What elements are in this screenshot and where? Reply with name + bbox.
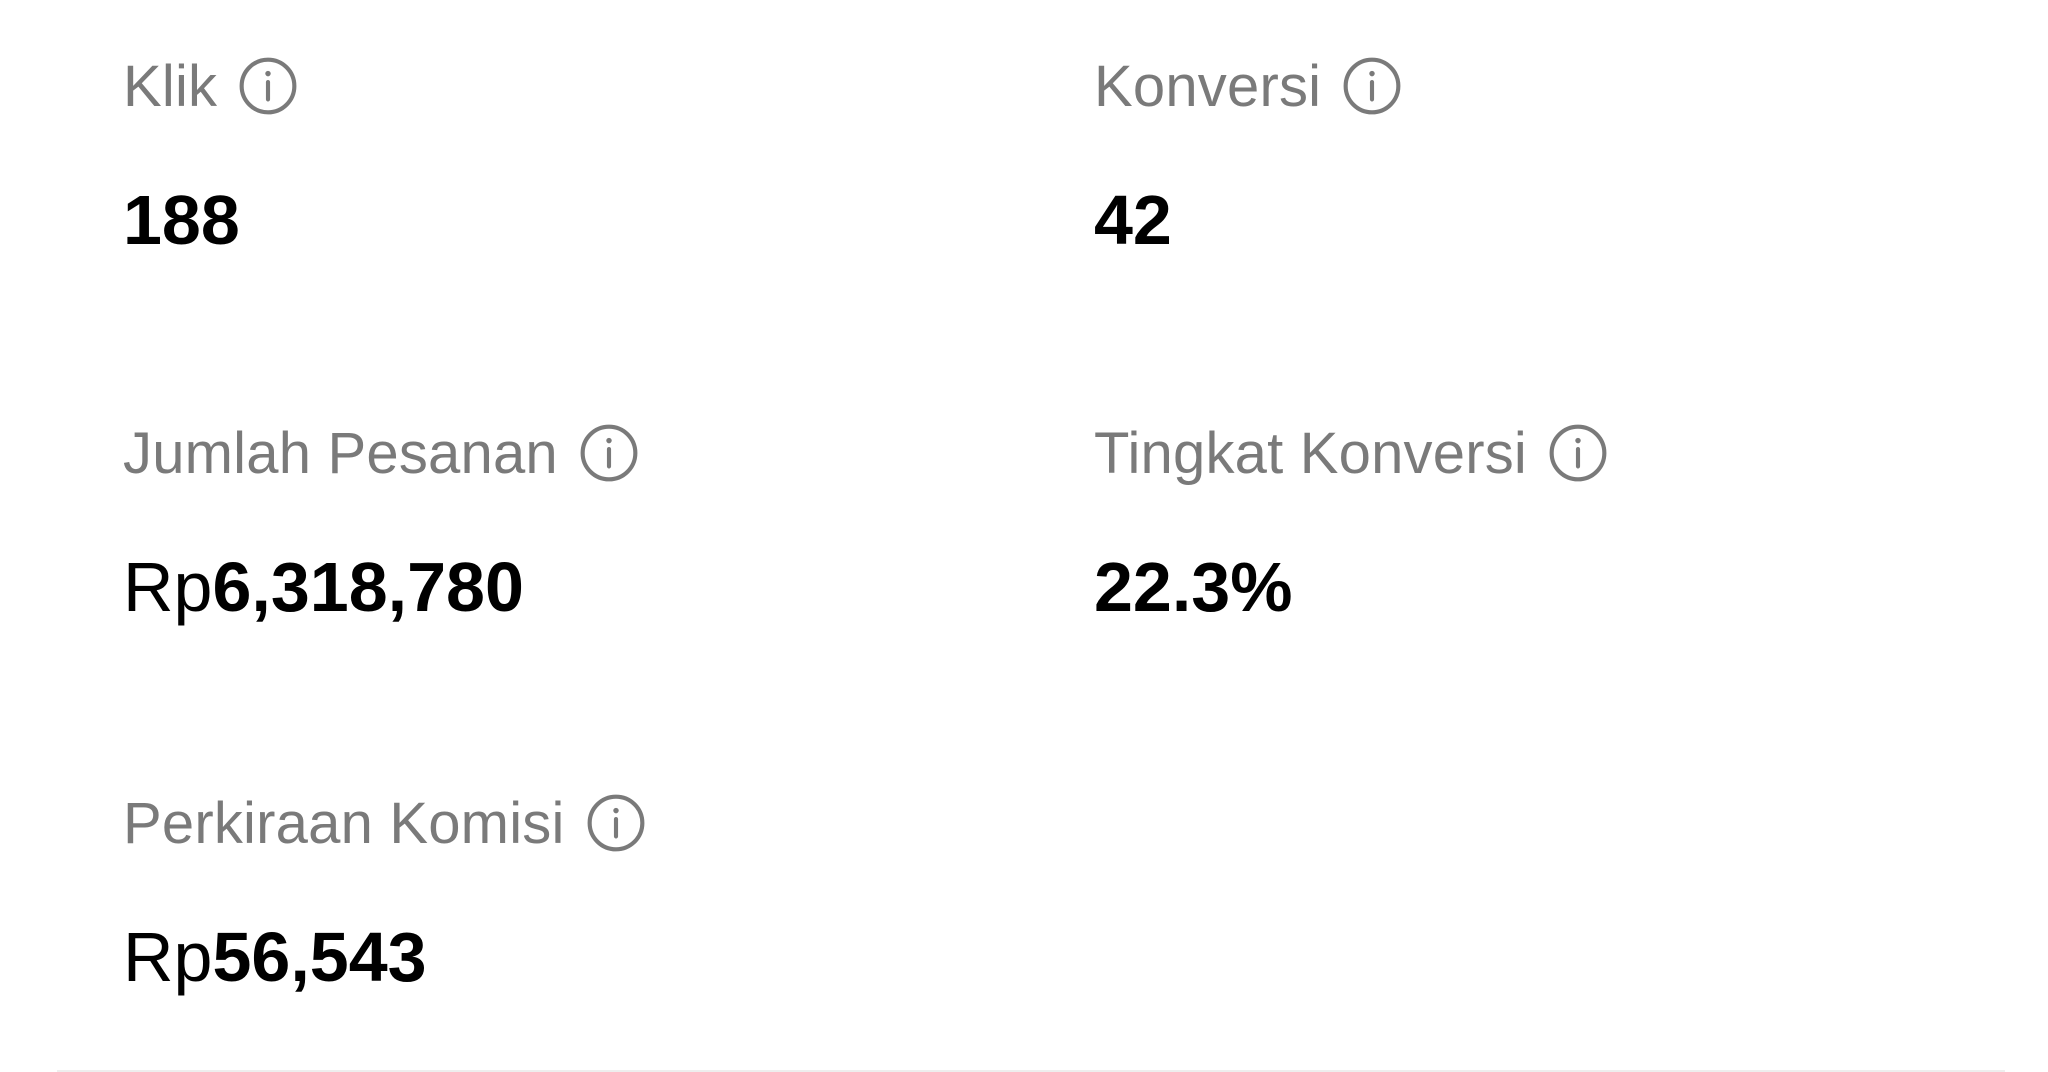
stat-value-estimated-commission: Rp56,543 bbox=[123, 922, 647, 992]
value-number: 6,318,780 bbox=[212, 548, 524, 626]
stat-value-conversion-rate: 22.3% bbox=[1094, 552, 1609, 622]
stat-label-estimated-commission: Perkiraan Komisi bbox=[123, 790, 565, 856]
stat-conversion-rate: Tingkat Konversi 22.3% bbox=[1094, 418, 1609, 622]
stat-value-order-amount: Rp6,318,780 bbox=[123, 552, 640, 622]
value-number: 56,543 bbox=[212, 918, 427, 996]
stat-label-conversion-rate: Tingkat Konversi bbox=[1094, 420, 1528, 486]
stat-conversions: Konversi 42 bbox=[1094, 51, 1403, 255]
stat-estimated-commission: Perkiraan Komisi Rp56,543 bbox=[123, 788, 647, 992]
value-number: 42 bbox=[1094, 181, 1172, 259]
value-prefix: Rp bbox=[123, 548, 213, 626]
info-icon[interactable] bbox=[578, 422, 640, 484]
info-icon[interactable] bbox=[1547, 422, 1609, 484]
info-icon[interactable] bbox=[237, 55, 299, 117]
value-number: 188 bbox=[123, 181, 240, 259]
stat-value-conversions: 42 bbox=[1094, 185, 1403, 255]
stat-clicks: Klik 188 bbox=[123, 51, 299, 255]
stat-value-clicks: 188 bbox=[123, 185, 299, 255]
stat-label-conversions: Konversi bbox=[1094, 53, 1322, 119]
value-number: 22.3% bbox=[1094, 548, 1293, 626]
info-icon[interactable] bbox=[585, 792, 647, 854]
stat-label-order-amount: Jumlah Pesanan bbox=[123, 420, 558, 486]
value-prefix: Rp bbox=[123, 918, 213, 996]
info-icon[interactable] bbox=[1341, 55, 1403, 117]
stat-label-clicks: Klik bbox=[123, 53, 218, 119]
stat-order-amount: Jumlah Pesanan Rp6,318,780 bbox=[123, 418, 640, 622]
